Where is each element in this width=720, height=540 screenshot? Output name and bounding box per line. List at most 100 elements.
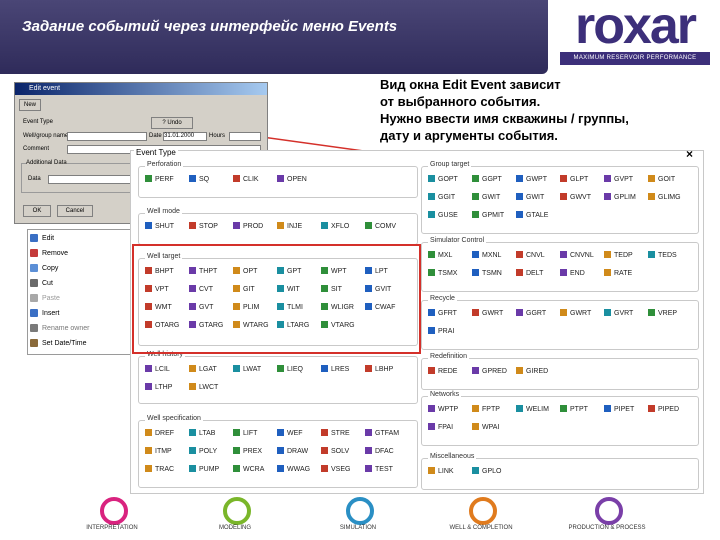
event-type-item[interactable]: LWCT [189,383,218,393]
event-icon [365,365,372,372]
event-type-item[interactable]: VREP [648,309,677,319]
event-type-item[interactable]: LIEQ [277,365,303,375]
event-type-item[interactable]: GOIT [648,175,675,185]
menu-item-copy[interactable]: Copy [30,263,128,275]
event-type-item[interactable]: PTPT [560,405,588,415]
menu-item-cut[interactable]: Cut [30,278,128,290]
event-type-item[interactable]: COMV [365,222,396,232]
event-type-item[interactable]: PUMP [189,465,219,475]
tab-new[interactable]: New [19,99,41,111]
event-type-item[interactable]: PERF [145,175,174,185]
menu-item-insert[interactable]: Insert [30,308,128,320]
event-type-item[interactable]: MXNL [472,251,501,261]
event-type-item[interactable]: SOLV [321,447,349,457]
event-type-item[interactable]: STOP [189,222,218,232]
event-type-item[interactable]: PREX [233,447,262,457]
event-type-item[interactable]: WPTP [428,405,458,415]
event-type-item[interactable]: MXL [428,251,452,261]
hours-input[interactable] [229,132,261,141]
well-group-input[interactable] [67,132,147,141]
menu-item-set-date-time[interactable]: Set Date/Time [30,338,128,350]
event-type-item[interactable]: TEST [365,465,393,475]
event-type-item[interactable]: GWVT [560,193,591,203]
ok-button[interactable]: OK [23,205,51,217]
event-type-item[interactable]: LTHP [145,383,172,393]
event-type-item[interactable]: TEDS [648,251,677,261]
event-type-item[interactable]: WPAI [472,423,499,433]
close-icon[interactable]: × [686,147,693,161]
event-type-item[interactable]: XFLO [321,222,349,232]
event-type-item[interactable]: GGRT [516,309,546,319]
event-type-item[interactable]: GGPT [472,175,502,185]
event-type-item[interactable]: PIPET [604,405,634,415]
event-type-item[interactable]: GVRT [604,309,633,319]
event-type-item[interactable]: DRAW [277,447,308,457]
menu-item-remove[interactable]: Remove [30,248,128,260]
event-type-item[interactable]: GFRT [428,309,457,319]
event-type-item[interactable]: TRAC [145,465,174,475]
event-type-item[interactable]: LGAT [189,365,217,375]
event-type-item[interactable]: INJE [277,222,302,232]
event-type-item[interactable]: GOPT [428,175,458,185]
event-type-item[interactable]: DREF [145,429,174,439]
event-type-item[interactable]: CLIK [233,175,259,185]
event-type-item[interactable]: SQ [189,175,209,185]
date-input[interactable]: 31.01.2000 [163,132,207,141]
event-type-item[interactable]: WEF [277,429,303,439]
event-group-label: Group target [428,161,472,168]
event-type-item[interactable]: GPRED [472,367,507,377]
event-type-item[interactable]: GPLIM [604,193,636,203]
event-type-item[interactable]: CNVNL [560,251,594,261]
event-type-item[interactable]: WWAG [277,465,310,475]
event-type-item[interactable]: LWAT [233,365,261,375]
event-type-item[interactable]: RATE [604,269,632,279]
event-type-item[interactable]: LINK [428,467,454,477]
event-type-item[interactable]: OPEN [277,175,307,185]
undo-button[interactable]: ? Undo [151,117,193,129]
event-type-item[interactable]: GPLO [472,467,501,477]
event-type-item[interactable]: END [560,269,585,279]
event-type-item[interactable]: FPAI [428,423,453,433]
event-type-item[interactable]: GLPT [560,175,588,185]
cancel-button[interactable]: Cancel [57,205,93,217]
event-type-item[interactable]: TSMN [472,269,502,279]
event-type-item[interactable]: LBHP [365,365,393,375]
event-type-item[interactable]: ITMP [145,447,172,457]
event-type-item[interactable]: REDE [428,367,457,377]
event-type-item[interactable]: LRES [321,365,349,375]
event-type-item[interactable]: TSMX [428,269,457,279]
event-type-item[interactable]: DELT [516,269,543,279]
event-type-item[interactable]: VSEG [321,465,350,475]
event-type-item[interactable]: GLIMG [648,193,681,203]
event-type-item[interactable]: FPTP [472,405,500,415]
event-type-item[interactable]: GTALE [516,211,548,221]
event-type-item[interactable]: GWIT [472,193,500,203]
event-type-item[interactable]: GTFAM [365,429,399,439]
event-type-item[interactable]: CNVL [516,251,545,261]
event-type-item[interactable]: WELIM [516,405,549,415]
event-type-item[interactable]: GWRT [472,309,503,319]
event-type-item[interactable]: GPMIT [472,211,504,221]
menu-item-edit[interactable]: Edit [30,233,128,245]
event-type-item[interactable]: GUSE [428,211,458,221]
event-type-item[interactable]: LIFT [233,429,257,439]
event-type-item[interactable]: PIPED [648,405,679,415]
menu-item-paste[interactable]: Paste [30,293,128,305]
event-type-item[interactable]: POLY [189,447,217,457]
event-type-item[interactable]: TEDP [604,251,633,261]
event-type-item[interactable]: WCRA [233,465,264,475]
event-type-item[interactable]: GWIT [516,193,544,203]
event-type-item[interactable]: DFAC [365,447,394,457]
event-type-item[interactable]: GGIT [428,193,455,203]
menu-item-rename-owner[interactable]: Rename owner [30,323,128,335]
event-type-item[interactable]: LCIL [145,365,170,375]
event-type-item[interactable]: PROD [233,222,263,232]
event-type-item[interactable]: PRAI [428,327,454,337]
event-type-item[interactable]: STRE [321,429,350,439]
event-type-item[interactable]: GWPT [516,175,547,185]
event-type-item[interactable]: GVPT [604,175,633,185]
event-type-item[interactable]: GWRT [560,309,591,319]
event-type-item[interactable]: LTAB [189,429,215,439]
event-type-item[interactable]: SHUT [145,222,174,232]
event-type-item[interactable]: GIRED [516,367,548,377]
